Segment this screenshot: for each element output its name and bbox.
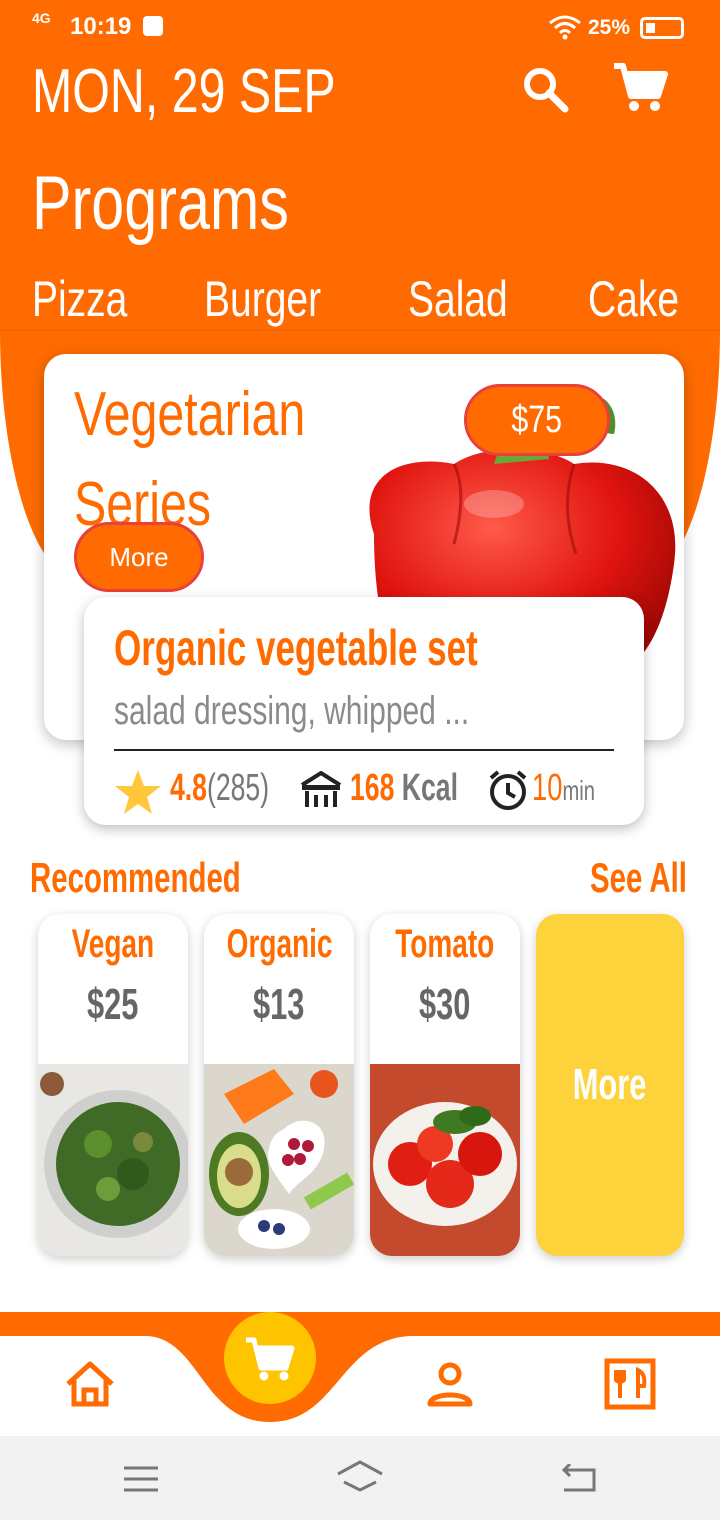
- home-icon[interactable]: [64, 1360, 116, 1408]
- battery-icon: [640, 17, 684, 39]
- card-name: Tomato: [395, 922, 495, 966]
- recommended-card-tomato[interactable]: Tomato $30: [370, 914, 520, 1256]
- recent-apps-icon[interactable]: [124, 1466, 158, 1492]
- cart-icon[interactable]: [612, 60, 668, 116]
- review-count: (285): [206, 767, 270, 809]
- recommended-card-vegan[interactable]: Vegan $25: [38, 914, 188, 1256]
- rating: 4.8(285): [170, 767, 270, 809]
- tab-cake[interactable]: Cake: [588, 270, 720, 328]
- tab-burger[interactable]: Burger: [204, 270, 386, 328]
- product-stats: 4.8(285) 168 Kcal 10min: [114, 765, 624, 815]
- recommended-more-button[interactable]: More: [536, 914, 684, 1256]
- search-icon[interactable]: [520, 64, 570, 114]
- card-name: Vegan: [71, 922, 155, 966]
- header-divider: [0, 330, 720, 331]
- mic-icon: [143, 16, 163, 36]
- organic-vegetables-image: [204, 1064, 354, 1256]
- status-time: 10:19: [70, 13, 132, 40]
- card-price: $30: [419, 980, 471, 1029]
- network-indicator: 4G: [32, 10, 51, 26]
- product-name: Organic vegetable set: [114, 620, 478, 676]
- tab-salad[interactable]: Salad: [408, 270, 566, 328]
- product-description: salad dressing, whipped ...: [114, 689, 470, 733]
- star-icon: [115, 770, 161, 814]
- tomato-salad-image: [370, 1064, 520, 1256]
- vegan-salad-image: [38, 1064, 188, 1256]
- calories-icon: [300, 771, 342, 807]
- wifi-icon: [549, 15, 581, 40]
- back-icon[interactable]: [560, 1464, 598, 1494]
- product-detail-card[interactable]: Organic vegetable set salad dressing, wh…: [84, 597, 644, 825]
- card-price: $13: [253, 980, 305, 1029]
- battery-percent: 25%: [588, 16, 631, 39]
- divider: [114, 749, 614, 751]
- recommended-heading: Recommended: [30, 854, 241, 901]
- category-tabs: PizzaBurgerSaladCakeBe: [32, 270, 720, 330]
- card-price: $25: [87, 980, 139, 1029]
- clock-icon: [489, 770, 527, 810]
- price-badge: $75: [464, 384, 610, 456]
- tab-pizza[interactable]: Pizza: [32, 270, 182, 328]
- prep-time: 10min: [532, 767, 595, 809]
- recommended-card-organic[interactable]: Organic $13: [204, 914, 354, 1256]
- more-button[interactable]: More: [74, 522, 204, 592]
- system-home-icon[interactable]: [336, 1460, 384, 1494]
- calories: 168 Kcal: [350, 767, 458, 809]
- profile-icon[interactable]: [426, 1360, 474, 1408]
- restaurant-menu-icon[interactable]: [604, 1358, 656, 1410]
- nav-cart-button[interactable]: [224, 1312, 316, 1404]
- date-label: MON, 29 SEP: [32, 57, 336, 126]
- card-name: Organic: [226, 922, 333, 966]
- see-all-link[interactable]: See All: [590, 854, 687, 902]
- cart-icon: [246, 1337, 295, 1381]
- page-title: Programs: [32, 161, 289, 246]
- status-bar: 4G 10:19 25%: [0, 0, 720, 56]
